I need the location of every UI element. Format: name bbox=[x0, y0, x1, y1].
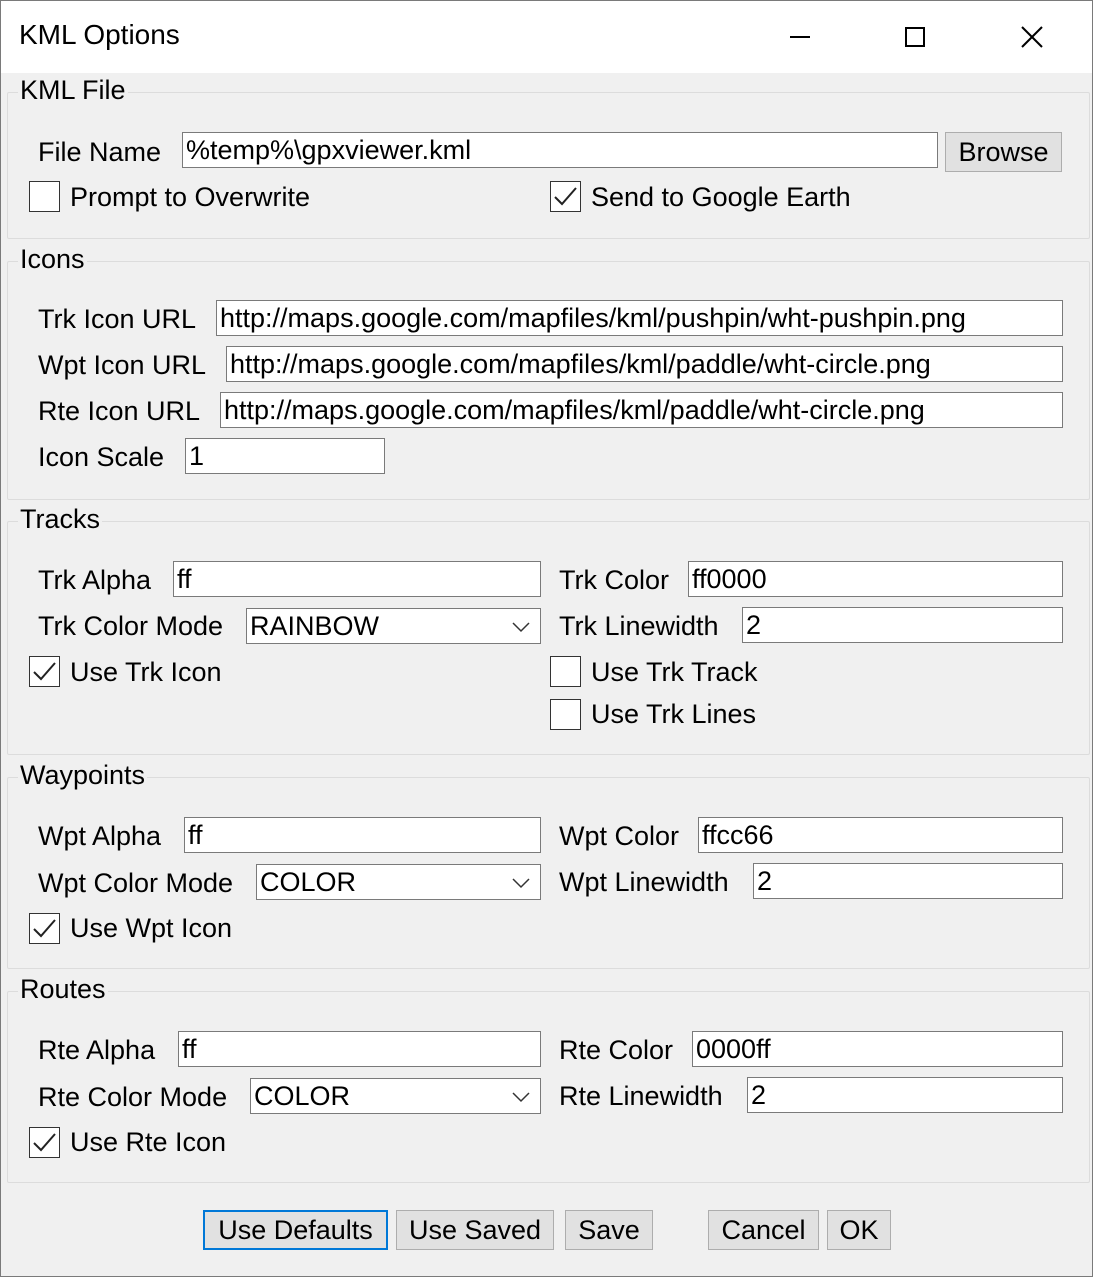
checkmark-icon bbox=[554, 187, 577, 206]
rte-color-label: Rte Color bbox=[559, 1035, 674, 1065]
use-trk-track-label: Use Trk Track bbox=[591, 657, 758, 687]
trk-icon-url-label: Trk Icon URL bbox=[38, 304, 197, 334]
trk-linewidth-input[interactable]: 2 bbox=[742, 607, 1063, 643]
trk-icon-url-input[interactable]: http://maps.google.com/mapfiles/kml/push… bbox=[216, 300, 1063, 336]
icons-legend: Icons bbox=[18, 242, 87, 276]
title-bar[interactable]: KML Options bbox=[1, 1, 1092, 73]
use-trk-lines-checkbox[interactable] bbox=[550, 699, 581, 730]
kml-file-legend: KML File bbox=[18, 73, 128, 107]
use-rte-icon-label: Use Rte Icon bbox=[70, 1127, 227, 1157]
use-wpt-icon-label: Use Wpt Icon bbox=[70, 913, 233, 943]
file-name-input[interactable]: %temp%\gpxviewer.kml bbox=[182, 132, 938, 168]
close-button[interactable] bbox=[1008, 13, 1056, 61]
wpt-color-mode-label: Wpt Color Mode bbox=[38, 868, 234, 898]
wpt-icon-url-label: Wpt Icon URL bbox=[38, 350, 207, 380]
wpt-color-input[interactable]: ffcc66 bbox=[698, 817, 1063, 853]
wpt-alpha-label: Wpt Alpha bbox=[38, 821, 162, 851]
prompt-overwrite-label: Prompt to Overwrite bbox=[70, 182, 311, 212]
kml-options-dialog: KML Options KML File File Name %temp%\gp… bbox=[0, 0, 1093, 1277]
use-wpt-icon-checkbox[interactable] bbox=[29, 913, 60, 944]
prompt-overwrite-checkbox[interactable] bbox=[29, 181, 60, 212]
send-google-earth-checkbox[interactable] bbox=[550, 181, 581, 212]
rte-linewidth-label: Rte Linewidth bbox=[559, 1081, 723, 1111]
wpt-alpha-input[interactable]: ff bbox=[184, 817, 541, 853]
maximize-icon bbox=[905, 27, 925, 47]
maximize-button[interactable] bbox=[891, 13, 939, 61]
rte-icon-url-input[interactable]: http://maps.google.com/mapfiles/kml/padd… bbox=[220, 392, 1063, 428]
window-title: KML Options bbox=[19, 19, 180, 50]
icon-scale-label: Icon Scale bbox=[38, 442, 165, 472]
routes-legend: Routes bbox=[18, 972, 108, 1006]
checkmark-icon bbox=[33, 1133, 56, 1152]
use-trk-icon-checkbox[interactable] bbox=[29, 656, 60, 687]
use-trk-icon-label: Use Trk Icon bbox=[70, 657, 222, 687]
rte-linewidth-input[interactable]: 2 bbox=[747, 1077, 1063, 1113]
wpt-color-mode-value: COLOR bbox=[260, 867, 357, 897]
wpt-color-mode-select[interactable]: COLOR bbox=[256, 864, 541, 900]
chevron-down-icon bbox=[512, 622, 530, 633]
use-rte-icon-checkbox[interactable] bbox=[29, 1127, 60, 1158]
rte-color-mode-select[interactable]: COLOR bbox=[250, 1078, 541, 1114]
trk-color-mode-value: RAINBOW bbox=[250, 611, 380, 641]
rte-icon-url-label: Rte Icon URL bbox=[38, 396, 201, 426]
file-name-label: File Name bbox=[38, 137, 162, 167]
trk-color-label: Trk Color bbox=[559, 565, 670, 595]
trk-alpha-label: Trk Alpha bbox=[38, 565, 152, 595]
wpt-color-label: Wpt Color bbox=[559, 821, 680, 851]
rte-alpha-input[interactable]: ff bbox=[178, 1031, 541, 1067]
save-button[interactable]: Save bbox=[565, 1210, 653, 1250]
trk-color-mode-label: Trk Color Mode bbox=[38, 611, 224, 641]
use-trk-track-checkbox[interactable] bbox=[550, 656, 581, 687]
wpt-icon-url-input[interactable]: http://maps.google.com/mapfiles/kml/padd… bbox=[226, 346, 1063, 382]
minimize-icon bbox=[790, 36, 810, 38]
minimize-button[interactable] bbox=[776, 13, 824, 61]
rte-color-mode-label: Rte Color Mode bbox=[38, 1082, 228, 1112]
chevron-down-icon bbox=[512, 1092, 530, 1103]
trk-linewidth-label: Trk Linewidth bbox=[559, 611, 719, 641]
browse-button[interactable]: Browse bbox=[945, 132, 1062, 172]
trk-alpha-input[interactable]: ff bbox=[173, 561, 541, 597]
use-trk-lines-label: Use Trk Lines bbox=[591, 699, 757, 729]
chevron-down-icon bbox=[512, 878, 530, 889]
trk-color-mode-select[interactable]: RAINBOW bbox=[246, 608, 541, 644]
checkmark-icon bbox=[33, 662, 56, 681]
rte-color-mode-value: COLOR bbox=[254, 1081, 351, 1111]
wpt-linewidth-label: Wpt Linewidth bbox=[559, 867, 729, 897]
rte-color-input[interactable]: 0000ff bbox=[692, 1031, 1063, 1067]
cancel-button[interactable]: Cancel bbox=[708, 1210, 819, 1250]
icon-scale-input[interactable]: 1 bbox=[185, 438, 385, 474]
waypoints-legend: Waypoints bbox=[18, 758, 148, 792]
send-google-earth-label: Send to Google Earth bbox=[591, 182, 851, 212]
trk-color-input[interactable]: ff0000 bbox=[688, 561, 1063, 597]
checkmark-icon bbox=[33, 919, 56, 938]
wpt-linewidth-input[interactable]: 2 bbox=[753, 863, 1063, 899]
close-icon bbox=[1021, 26, 1043, 48]
ok-button[interactable]: OK bbox=[827, 1210, 891, 1250]
tracks-legend: Tracks bbox=[18, 502, 102, 536]
rte-alpha-label: Rte Alpha bbox=[38, 1035, 156, 1065]
use-saved-button[interactable]: Use Saved bbox=[396, 1210, 554, 1250]
use-defaults-button[interactable]: Use Defaults bbox=[203, 1210, 388, 1250]
